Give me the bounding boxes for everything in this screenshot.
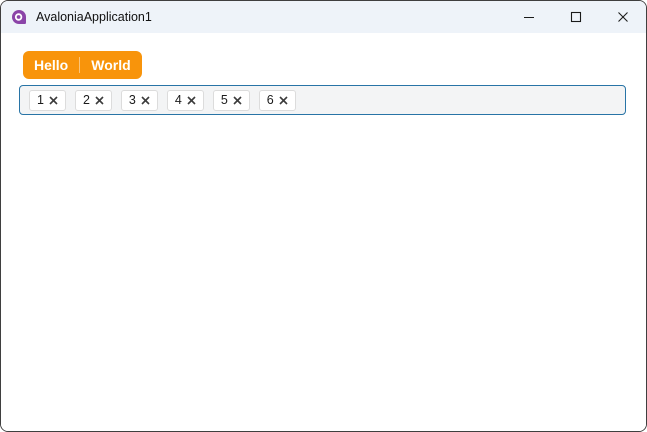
- chip-remove-icon: [187, 95, 196, 105]
- window-title: AvaloniaApplication1: [36, 10, 152, 24]
- maximize-icon: [570, 11, 582, 23]
- maximize-button[interactable]: [552, 1, 599, 33]
- tag-chip-label: 1: [37, 93, 44, 107]
- tab-strip: Hello World: [23, 51, 142, 79]
- chip-remove-button[interactable]: [141, 95, 150, 105]
- chip-remove-button[interactable]: [49, 95, 58, 105]
- chip-remove-button[interactable]: [233, 95, 242, 105]
- tag-chip-label: 2: [82, 93, 90, 107]
- tag-chip-label: 5: [220, 93, 228, 107]
- tab-world[interactable]: World: [80, 51, 141, 79]
- close-button[interactable]: [599, 1, 646, 33]
- chip-remove-icon: [233, 95, 242, 105]
- avalonia-logo-icon: [11, 9, 27, 25]
- tab-hello[interactable]: Hello: [23, 51, 79, 79]
- chip-remove-icon: [49, 95, 58, 105]
- chip-remove-button[interactable]: [95, 95, 104, 105]
- tag-chip: 4: [166, 89, 204, 111]
- tag-chip-label: 6: [266, 93, 274, 107]
- tag-chip: 6: [258, 89, 296, 111]
- app-window: AvaloniaApplication1 Hello World 1 2 3 4…: [0, 0, 647, 432]
- tag-chip-label: 3: [128, 93, 136, 107]
- tag-chip: 1: [29, 89, 66, 111]
- window-content: Hello World 1 2 3 4 5 6: [1, 33, 646, 431]
- chip-remove-icon: [95, 95, 104, 105]
- close-icon: [617, 11, 629, 23]
- chip-remove-icon: [279, 95, 288, 105]
- tag-chip: 3: [120, 89, 158, 111]
- minimize-button[interactable]: [505, 1, 552, 33]
- titlebar: AvaloniaApplication1: [1, 1, 646, 33]
- tag-chip: 2: [74, 89, 112, 111]
- window-controls: [505, 1, 646, 33]
- tag-chip-label: 4: [174, 93, 182, 107]
- chip-remove-button[interactable]: [187, 95, 196, 105]
- tag-chip: 5: [212, 89, 250, 111]
- minimize-icon: [523, 11, 535, 23]
- tag-input-field[interactable]: 1 2 3 4 5 6: [19, 85, 626, 115]
- chip-remove-button[interactable]: [279, 95, 288, 105]
- chip-remove-icon: [141, 95, 150, 105]
